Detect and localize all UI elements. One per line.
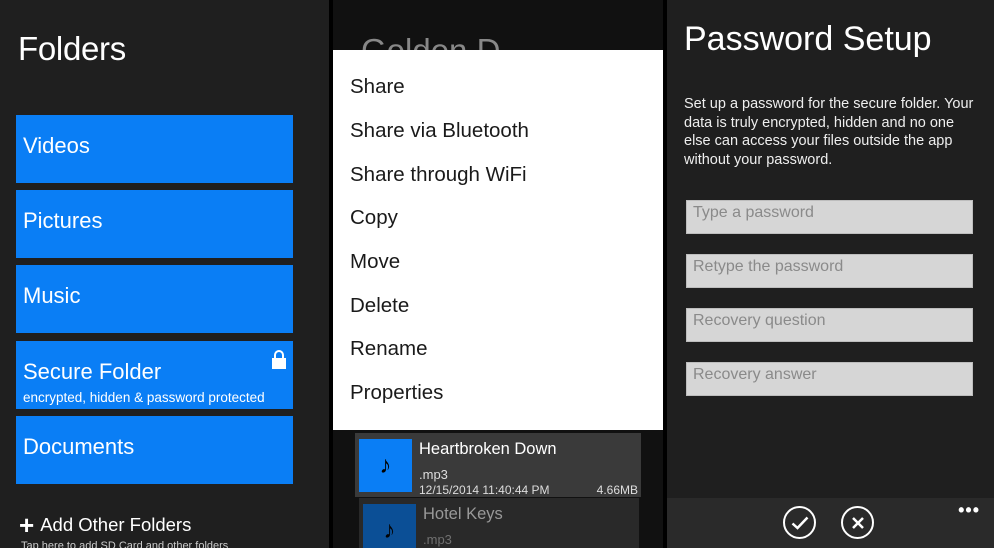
menu-item-share-wifi[interactable]: Share through WiFi [350,163,527,187]
plus-icon: + [19,510,35,540]
menu-item-move[interactable]: Move [350,250,400,274]
menu-item-properties[interactable]: Properties [350,381,443,405]
folder-tile-label: Pictures [23,208,103,233]
check-icon [791,516,808,530]
setup-description: Set up a password for the secure folder.… [684,96,974,168]
folder-tile-music[interactable]: Music [16,265,293,333]
folder-tile-secure-folder[interactable]: Secure Folder encrypted, hidden & passwo… [16,341,293,409]
retype-password-field[interactable] [686,254,973,288]
file-name: Heartbroken Down [419,440,557,458]
close-icon [851,516,864,529]
file-date: 12/15/2014 11:40:44 PM [419,483,550,497]
folder-tile-documents[interactable]: Documents [16,416,293,484]
folder-tile-label: Secure Folder [23,359,162,384]
menu-item-delete[interactable]: Delete [350,294,409,318]
add-other-folders-hint: Tap here to add SD Card and other folder… [21,540,229,548]
add-other-folders-button[interactable]: + Add Other Folders [19,510,192,540]
page-title: Password Setup [684,20,932,58]
recovery-question-field[interactable] [686,308,973,342]
folder-tile-subtitle: encrypted, hidden & password protected [23,390,265,405]
more-options-button[interactable]: ••• [958,500,980,521]
password-setup-screen: Password Setup Set up a password for the… [667,0,994,548]
add-other-folders-label: Add Other Folders [40,514,192,535]
confirm-button[interactable] [783,506,816,539]
folder-tile-label: Documents [23,434,135,459]
file-size: 4.66MB [596,483,638,497]
folder-tile-label: Videos [23,133,90,158]
folders-screen: Folders Videos Pictures Music Secure Fol… [0,0,329,548]
recovery-answer-field[interactable] [686,362,973,396]
folder-tile-pictures[interactable]: Pictures [16,190,293,258]
context-menu-screen: Golden D c a n h c N S [ Share Share via… [333,0,663,548]
page-title: Folders [18,30,126,67]
file-name: Hotel Keys [423,505,503,523]
file-extension: .mp3 [423,532,452,547]
password-field[interactable] [686,200,973,234]
music-note-icon: ♪ [363,504,416,548]
context-menu: Share Share via Bluetooth Share through … [333,50,663,430]
lock-icon [272,350,286,369]
cancel-button[interactable] [841,506,874,539]
menu-item-share-bluetooth[interactable]: Share via Bluetooth [350,119,529,143]
folder-tile-label: Music [23,283,81,308]
menu-item-copy[interactable]: Copy [350,206,398,230]
file-extension: .mp3 [419,467,448,482]
folder-tile-videos[interactable]: Videos [16,115,293,183]
music-note-icon: ♪ [359,439,412,492]
menu-item-rename[interactable]: Rename [350,337,428,361]
app-bar: ••• [667,498,994,548]
menu-item-share[interactable]: Share [350,75,405,99]
file-list-item[interactable]: ♪ Heartbroken Down .mp3 12/15/2014 11:40… [355,433,641,497]
file-list-item[interactable]: ♪ Hotel Keys .mp3 [359,498,639,548]
